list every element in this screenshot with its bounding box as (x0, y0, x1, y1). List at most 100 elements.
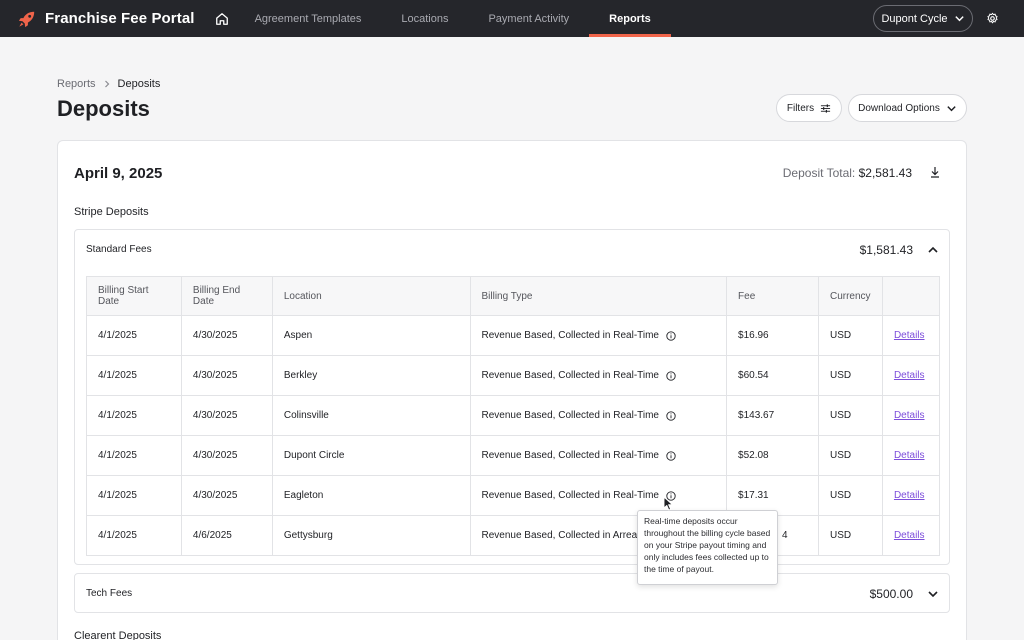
billing-end-cell: 4/6/2025 (180, 515, 273, 556)
sliders-icon (821, 103, 831, 113)
filters-button[interactable]: Filters (776, 94, 842, 122)
download-icon[interactable] (929, 166, 941, 178)
info-icon[interactable] (666, 330, 676, 341)
billing-start-cell: 4/1/2025 (86, 315, 182, 356)
details-cell: Details (881, 475, 941, 516)
deposit-date: April 9, 2025 (74, 165, 163, 182)
chevron-up-icon[interactable] (927, 244, 939, 256)
nav-agreement-templates[interactable]: Agreement Templates (235, 0, 382, 37)
download-options-label: Download Options (858, 102, 940, 114)
deposit-total-value: $2,581.43 (858, 166, 912, 180)
breadcrumb-root[interactable]: Reports (57, 78, 96, 90)
billing-type-text: Revenue Based, Collected in Real-Time (481, 330, 660, 341)
gear-icon[interactable] (986, 12, 999, 25)
tech-fees-panel[interactable]: Tech Fees $500.00 (74, 573, 950, 613)
info-icon[interactable] (666, 450, 676, 461)
location-cell: Eagleton (271, 475, 471, 516)
currency-cell: USD (817, 515, 883, 556)
billing-start-cell: 4/1/2025 (86, 515, 182, 556)
tech-fees-amount: $500.00 (869, 587, 913, 601)
info-tooltip: Real-time deposits occur throughout the … (637, 510, 778, 585)
billing-type-cell: Revenue Based, Collected in Real-Time (469, 395, 728, 436)
table-row: 4/1/2025 4/30/2025 Berkley Revenue Based… (86, 355, 941, 396)
currency-cell: USD (817, 395, 883, 436)
standard-fees-label: Standard Fees (86, 244, 152, 255)
currency-cell: USD (817, 475, 883, 516)
details-link[interactable]: Details (894, 450, 925, 461)
info-icon[interactable] (666, 410, 676, 421)
clearent-deposits-title: Clearent Deposits (74, 630, 162, 640)
breadcrumb-current: Deposits (117, 78, 161, 90)
table-row: 4/1/2025 4/30/2025 Eagleton Revenue Base… (86, 475, 941, 516)
billing-type-cell: Revenue Based, Collected in Real-Time (469, 355, 728, 396)
billing-type-text: Revenue Based, Collected in Real-Time (481, 490, 660, 501)
table-header-row: Billing Start Date Billing End Date Loca… (86, 276, 941, 316)
details-link[interactable]: Details (894, 410, 925, 421)
column-header: Billing Start Date (86, 276, 182, 316)
fee-cell: $16.96 (726, 315, 819, 356)
home-icon[interactable] (215, 12, 229, 26)
app-title: Franchise Fee Portal (45, 10, 195, 27)
column-header: Billing End Date (180, 276, 273, 316)
standard-fees-panel: Standard Fees $1,581.43 Billing Start Da… (74, 229, 950, 565)
nav-payment-activity[interactable]: Payment Activity (468, 0, 589, 37)
nav-locations[interactable]: Locations (381, 0, 468, 37)
location-cell: Aspen (271, 315, 471, 356)
billing-type-text: Revenue Based, Collected in Real-Time (481, 410, 660, 421)
details-cell: Details (881, 355, 941, 396)
column-header: Billing Type (469, 276, 728, 316)
fee-cell: $143.67 (726, 395, 819, 436)
rocket-logo-icon (18, 11, 35, 27)
main-nav: Agreement Templates Locations Payment Ac… (235, 0, 671, 37)
tech-fees-label: Tech Fees (86, 588, 133, 599)
currency-cell: USD (817, 315, 883, 356)
account-name: Dupont Cycle (881, 12, 948, 25)
location-cell: Dupont Circle (271, 435, 471, 476)
details-cell: Details (881, 395, 941, 436)
location-cell: Gettysburg (271, 515, 471, 556)
details-cell: Details (881, 435, 941, 476)
chevron-right-icon (104, 80, 109, 88)
filters-label: Filters (786, 102, 815, 114)
standard-fees-table: Billing Start Date Billing End Date Loca… (86, 276, 941, 556)
info-icon[interactable] (666, 370, 676, 381)
billing-end-cell: 4/30/2025 (180, 355, 273, 396)
table-row: 4/1/2025 4/30/2025 Dupont Circle Revenue… (86, 435, 941, 476)
details-link[interactable]: Details (894, 370, 925, 381)
deposit-total: Deposit Total: $2,581.43 (783, 166, 912, 180)
cursor-icon (663, 496, 673, 511)
table-row: 4/1/2025 4/30/2025 Aspen Revenue Based, … (86, 315, 941, 356)
billing-start-cell: 4/1/2025 (86, 475, 182, 516)
chevron-down-icon[interactable] (927, 588, 939, 600)
currency-cell: USD (817, 435, 883, 476)
deposit-total-label: Deposit Total: (782, 166, 856, 180)
details-cell: Details (881, 315, 941, 356)
location-cell: Colinsville (271, 395, 471, 436)
billing-end-cell: 4/30/2025 (180, 315, 273, 356)
billing-start-cell: 4/1/2025 (86, 355, 182, 396)
billing-type-text: Revenue Based, Collected in Real-Time (481, 370, 660, 381)
chevron-down-icon (947, 105, 956, 111)
column-header: Fee (726, 276, 819, 316)
account-switcher[interactable]: Dupont Cycle (873, 5, 973, 32)
billing-end-cell: 4/30/2025 (180, 395, 273, 436)
column-header: Currency (817, 276, 883, 316)
details-link[interactable]: Details (894, 530, 925, 541)
details-link[interactable]: Details (894, 330, 925, 341)
nav-reports[interactable]: Reports (589, 0, 671, 37)
fee-cell: $60.54 (726, 355, 819, 396)
billing-type-text: Revenue Based, Collected in Arrears (481, 530, 646, 541)
table-row: 4/1/2025 4/6/2025 Gettysburg Revenue Bas… (86, 515, 941, 556)
column-header: Location (271, 276, 471, 316)
billing-start-cell: 4/1/2025 (86, 435, 182, 476)
chevron-down-icon (954, 16, 964, 22)
details-link[interactable]: Details (894, 490, 925, 501)
table-row: 4/1/2025 4/30/2025 Colinsville Revenue B… (86, 395, 941, 436)
billing-end-cell: 4/30/2025 (180, 475, 273, 516)
download-options-button[interactable]: Download Options (848, 94, 967, 122)
brand[interactable]: Franchise Fee Portal (18, 10, 195, 28)
top-nav-bar: Franchise Fee Portal Agreement Templates… (0, 0, 1024, 37)
billing-start-cell: 4/1/2025 (86, 395, 182, 436)
fee-cell: $52.08 (726, 435, 819, 476)
stripe-deposits-title: Stripe Deposits (74, 206, 149, 218)
